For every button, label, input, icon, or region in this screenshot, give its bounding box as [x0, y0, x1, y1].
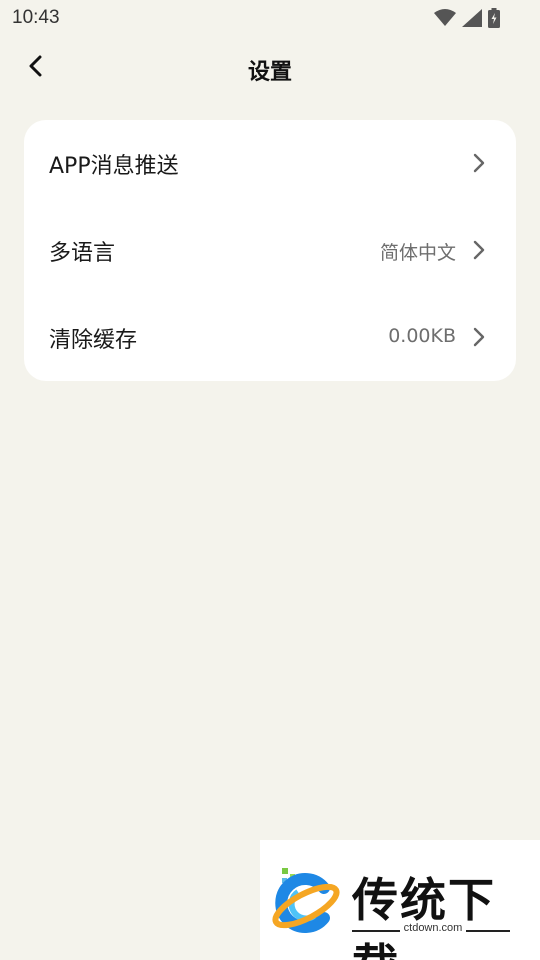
- status-bar: 10:43: [0, 0, 540, 36]
- settings-row-value: 0.00KB: [388, 325, 456, 347]
- chevron-right-icon: [472, 153, 486, 173]
- watermark-url: ctdown.com: [403, 922, 463, 934]
- settings-row-clear-cache[interactable]: 清除缓存 0.00KB: [24, 294, 516, 381]
- settings-row-label: APP消息推送: [49, 154, 179, 179]
- page-title: 设置: [247, 60, 292, 85]
- cellular-signal-icon: [462, 9, 482, 27]
- watermark: 传统下载 ctdown.com: [260, 840, 540, 960]
- battery-icon: [488, 8, 500, 28]
- settings-row-push-notifications[interactable]: APP消息推送: [24, 120, 516, 207]
- status-time: 10:43: [12, 7, 60, 28]
- chevron-right-icon: [472, 327, 486, 347]
- ctdown-logo-icon: [268, 862, 344, 942]
- chevron-right-icon: [472, 240, 486, 260]
- settings-row-label: 多语言: [49, 241, 116, 266]
- settings-card: APP消息推送 多语言 简体中文 清除缓存 0.00KB: [24, 120, 516, 381]
- status-icons: [434, 8, 500, 28]
- settings-row-label: 清除缓存: [49, 328, 138, 353]
- divider: [352, 930, 400, 932]
- settings-row-language[interactable]: 多语言 简体中文: [24, 207, 516, 294]
- navigation-bar: 设置: [0, 44, 540, 92]
- watermark-brand: 传统下载: [352, 873, 496, 960]
- divider: [466, 930, 510, 932]
- wifi-icon: [434, 9, 456, 27]
- settings-row-value: 简体中文: [379, 242, 456, 264]
